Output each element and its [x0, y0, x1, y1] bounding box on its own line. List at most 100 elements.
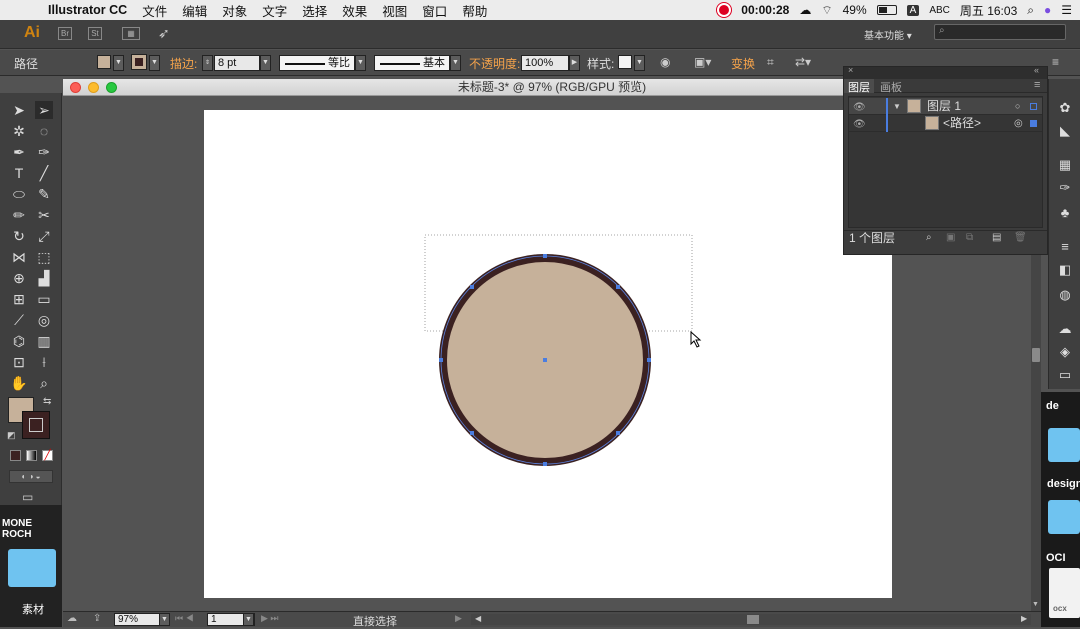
recolor-artwork-icon[interactable]: ◉: [660, 55, 670, 69]
vertical-scroll-thumb[interactable]: [1032, 348, 1040, 362]
target-double-circle-icon[interactable]: ◎: [1014, 115, 1023, 132]
mesh-tool-icon[interactable]: ⊞: [10, 290, 28, 308]
stroke-label[interactable]: 描边:: [170, 55, 197, 72]
sublayer-name[interactable]: <路径>: [943, 115, 981, 132]
arrange-icon[interactable]: ⇄▾: [795, 55, 811, 69]
transparency-icon[interactable]: ◧: [1057, 262, 1073, 278]
collapse-panel-icon[interactable]: «: [1034, 65, 1039, 75]
arrange-documents-icon[interactable]: ▦: [122, 27, 140, 40]
sublayer-row[interactable]: 👁 <路径> ◎: [849, 115, 1042, 132]
curvature-tool-icon[interactable]: ✑: [35, 143, 53, 161]
ellipse-tool-icon[interactable]: ⬭: [10, 185, 28, 203]
layers-panel-icon[interactable]: ◈: [1057, 344, 1073, 360]
zoom-window-icon[interactable]: [106, 82, 117, 93]
artboard-dropdown[interactable]: ▼: [243, 613, 254, 626]
cloud-icon[interactable]: ☁: [799, 3, 811, 17]
layer-row[interactable]: 👁 ▼ 图层 1 ○: [849, 98, 1042, 115]
menu-effect[interactable]: 效果: [342, 1, 367, 20]
locate-object-icon[interactable]: ⌕: [926, 231, 932, 245]
selection-indicator[interactable]: [1030, 103, 1037, 110]
visibility-eye-icon[interactable]: 👁: [853, 116, 867, 133]
pen-tool-icon[interactable]: ✒: [10, 143, 28, 161]
spotlight-icon[interactable]: ⌕: [1027, 3, 1034, 18]
share-icon[interactable]: ⇪: [93, 613, 101, 624]
lasso-tool-icon[interactable]: ◌: [35, 122, 53, 140]
opacity-label[interactable]: 不透明度:: [469, 55, 520, 72]
notification-center-icon[interactable]: ☰: [1061, 3, 1072, 17]
input-method-icon[interactable]: A: [906, 4, 920, 16]
screen-mode-icon[interactable]: ▭: [22, 490, 33, 504]
first-artboard-icon[interactable]: ⏮ ◀: [175, 613, 194, 624]
free-transform-tool-icon[interactable]: ⬚: [35, 248, 53, 266]
shape-builder-tool-icon[interactable]: ⊕: [10, 269, 28, 287]
artboards-panel-icon[interactable]: ▭: [1057, 367, 1073, 383]
selection-indicator[interactable]: [1030, 120, 1037, 127]
visibility-eye-icon[interactable]: 👁: [853, 99, 867, 116]
new-sublayer-icon[interactable]: ⧉: [966, 231, 973, 245]
stroke-panel-icon[interactable]: ≡: [1057, 239, 1073, 255]
artboard-tool-icon[interactable]: ⊡: [10, 353, 28, 371]
anchor-top-left[interactable]: [470, 285, 474, 289]
symbols-icon[interactable]: ♣: [1057, 205, 1073, 221]
default-colors-icon[interactable]: ◩: [7, 430, 16, 441]
cc-libraries-panel-icon[interactable]: ☁: [1057, 321, 1073, 337]
stroke-weight-stepper[interactable]: ⇕: [202, 55, 213, 71]
stroke-weight-input[interactable]: 8 pt: [214, 55, 260, 71]
panel-header[interactable]: × «: [844, 65, 1047, 79]
make-clipping-mask-icon[interactable]: ▣: [946, 231, 955, 245]
battery-icon[interactable]: [876, 5, 897, 15]
anchor-right[interactable]: [647, 358, 651, 362]
layer-name[interactable]: 图层 1: [927, 98, 961, 115]
scroll-left-arrow-icon[interactable]: ◀: [475, 614, 481, 623]
zoom-dropdown[interactable]: ▼: [159, 613, 170, 626]
brushes-icon[interactable]: ✑: [1057, 180, 1073, 196]
gradient-panel-icon[interactable]: ◣: [1057, 123, 1073, 139]
target-circle-icon[interactable]: ○: [1015, 98, 1020, 115]
line-tool-icon[interactable]: ╱: [35, 164, 53, 182]
scale-tool-icon[interactable]: ⤢: [35, 227, 53, 245]
brush-definition[interactable]: 基本: [374, 55, 450, 71]
input-method-label[interactable]: ABC: [929, 5, 950, 16]
stock-icon[interactable]: St: [88, 27, 102, 40]
gpu-performance-icon[interactable]: ➶: [158, 25, 170, 42]
panel-menu-icon[interactable]: ≡: [1052, 55, 1059, 69]
color-guide-icon[interactable]: ✿: [1057, 100, 1073, 116]
appearance-icon[interactable]: ◍: [1057, 287, 1073, 303]
gradient-tool-icon[interactable]: ▭: [35, 290, 53, 308]
tab-layers[interactable]: 图层: [844, 79, 874, 94]
slice-tool-icon[interactable]: ⟊: [35, 353, 53, 371]
horizontal-scroll-thumb[interactable]: [747, 615, 759, 624]
menu-window[interactable]: 窗口: [422, 1, 447, 20]
anchor-bottom-left[interactable]: [470, 431, 474, 435]
menu-type[interactable]: 文字: [262, 1, 287, 20]
folder-label[interactable]: 素材: [22, 601, 44, 617]
artwork-canvas[interactable]: [204, 110, 892, 598]
status-menu-arrow-icon[interactable]: ▶: [455, 613, 462, 624]
app-menu[interactable]: Illustrator CC: [48, 3, 127, 17]
anchor-left[interactable]: [439, 358, 443, 362]
paintbrush-tool-icon[interactable]: ✎: [35, 185, 53, 203]
tab-artboards[interactable]: 画板: [880, 79, 902, 95]
align-icon[interactable]: ▣▾: [694, 55, 711, 69]
close-window-icon[interactable]: [70, 82, 81, 93]
width-tool-icon[interactable]: ⋈: [10, 248, 28, 266]
scroll-down-arrow-icon[interactable]: ▼: [1032, 601, 1039, 608]
panel-menu-icon[interactable]: ≡: [1034, 79, 1040, 91]
anchor-bottom-right[interactable]: [616, 431, 620, 435]
profile-dropdown[interactable]: ▼: [355, 55, 366, 71]
pencil-tool-icon[interactable]: ✏: [10, 206, 28, 224]
opacity-dropdown[interactable]: ▶: [569, 55, 580, 71]
folder-icon[interactable]: [1048, 500, 1080, 534]
direct-selection-tool-icon[interactable]: ➢: [35, 101, 53, 119]
fill-swatch[interactable]: [97, 55, 111, 69]
record-icon[interactable]: [717, 3, 732, 17]
transform-label[interactable]: 变换: [731, 55, 755, 72]
bridge-icon[interactable]: Br: [58, 27, 72, 40]
eyedropper-tool-icon[interactable]: ⟋: [10, 311, 28, 329]
artboard[interactable]: [204, 110, 892, 598]
stroke-color-box[interactable]: [22, 411, 50, 439]
cc-libraries-icon[interactable]: ☁: [67, 613, 77, 624]
folder-icon[interactable]: [1048, 428, 1080, 462]
graphic-style-swatch[interactable]: [618, 55, 632, 69]
opacity-input[interactable]: 100%: [521, 55, 569, 71]
